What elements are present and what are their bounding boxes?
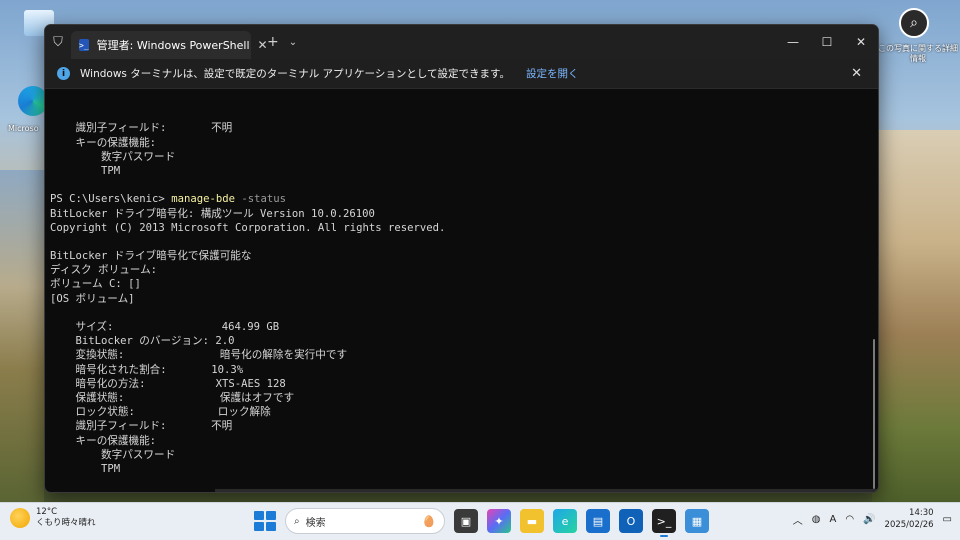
console-line: 暗号化された割合: 10.3%	[50, 363, 244, 376]
tab-dropdown-button[interactable]: ⌄	[289, 37, 297, 48]
parameter-text: -status	[234, 193, 286, 206]
console-line: 暗号化の方法: XTS-AES 128	[50, 377, 286, 390]
close-button[interactable]: ✕	[844, 25, 878, 59]
window-bottom-edge	[215, 489, 878, 492]
clock-date: 2025/02/26	[884, 520, 934, 530]
console-line: BitLocker のバージョン: 2.0	[50, 335, 235, 348]
console-line: Copyright (C) 2013 Microsoft Corporation…	[50, 221, 446, 234]
console-line: ディスク ボリューム:	[50, 264, 158, 277]
new-tab-button[interactable]: +	[267, 34, 279, 50]
taskbar-search[interactable]: ⌕ 検索 🥚	[285, 508, 445, 534]
info-bar: i Windows ターミナルは、設定で既定のターミナル アプリケーションとして…	[45, 59, 878, 89]
notification-icon[interactable]: ▭	[943, 514, 952, 525]
open-settings-link[interactable]: 設定を開く	[526, 66, 579, 81]
ime-indicator[interactable]: A	[830, 514, 837, 525]
clock-time: 14:30	[909, 508, 934, 518]
command-text: manage-bde	[171, 193, 235, 206]
weather-temp: 12°C	[36, 507, 58, 517]
tab-powershell[interactable]: >_ 管理者: Windows PowerShell ✕	[71, 31, 268, 59]
taskbar-apps: ⌕ 検索 🥚 ▣ ✦ ▬ e ▤ O >_ ▦	[252, 508, 709, 537]
console-line: BitLocker ドライブ暗号化: 構成ツール Version 10.0.26…	[50, 207, 375, 220]
chevron-up-icon[interactable]: ︿	[793, 512, 803, 527]
outlook-icon[interactable]: O	[619, 509, 643, 533]
start-button[interactable]	[252, 509, 276, 533]
console-line: ボリューム C: []	[50, 278, 141, 291]
console-line: TPM	[50, 164, 121, 177]
console-line: [OS ボリューム]	[50, 292, 135, 305]
console-line: TPM	[50, 462, 121, 475]
vertical-scrollbar[interactable]	[873, 339, 875, 489]
system-tray: ︿ ◍ A ◠ 🔊 14:30 2025/02/26 ▭	[793, 507, 952, 531]
console-line: BitLocker ドライブ暗号化で保護可能な	[50, 250, 252, 263]
info-close-button[interactable]: ✕	[851, 66, 866, 81]
info-message: Windows ターミナルは、設定で既定のターミナル アプリケーションとして設定…	[80, 68, 510, 80]
info-icon: i	[57, 67, 70, 80]
tab-title: 管理者: Windows PowerShell	[96, 39, 250, 52]
search-placeholder: 検索	[305, 517, 326, 529]
admin-shield-icon: ⛉	[53, 34, 63, 50]
spotlight-label[interactable]: この写真に関する詳細情報	[876, 44, 960, 64]
wallpaper-left	[0, 170, 44, 502]
volume-icon[interactable]: 🔊	[863, 514, 875, 525]
console-line: キーの保護機能:	[50, 434, 157, 447]
wifi-icon[interactable]: ◠	[845, 514, 854, 525]
console-line: 数字パスワード	[50, 150, 176, 163]
powershell-icon: >_	[79, 39, 89, 51]
weather-widget[interactable]: 12°C くもり時々晴れ	[10, 507, 96, 529]
console-line: サイズ: 464.99 GB	[50, 321, 280, 334]
search-icon: ⌕	[294, 515, 300, 527]
store-icon[interactable]: ▤	[586, 509, 610, 533]
console-line: 数字パスワード	[50, 448, 176, 461]
terminal-window: ⛉ >_ 管理者: Windows PowerShell ✕ + ⌄ — ☐ ✕…	[44, 24, 879, 493]
title-bar[interactable]: ⛉ >_ 管理者: Windows PowerShell ✕ + ⌄ — ☐ ✕	[45, 25, 878, 59]
window-controls: — ☐ ✕	[776, 25, 878, 59]
weather-desc: くもり時々晴れ	[36, 518, 96, 528]
minimize-button[interactable]: —	[776, 25, 810, 59]
wallpaper-right	[872, 130, 960, 502]
security-icon[interactable]: ◍	[812, 514, 821, 525]
file-explorer-icon[interactable]: ▬	[520, 509, 544, 533]
console-line: PS C:\Users\kenic> manage-bde -status	[50, 192, 873, 206]
edge-icon[interactable]: e	[553, 509, 577, 533]
console-line: キーの保護機能:	[50, 136, 157, 149]
search-highlight-icon: 🥚	[422, 514, 436, 528]
weather-sun-icon	[10, 508, 30, 528]
prompt-text: PS C:\Users\kenic>	[50, 491, 171, 492]
clock[interactable]: 14:30 2025/02/26	[885, 507, 934, 531]
edge-desktop-label: Microso	[8, 124, 39, 133]
maximize-button[interactable]: ☐	[810, 25, 844, 59]
prompt-text: PS C:\Users\kenic>	[50, 193, 172, 206]
console-line: 識別子フィールド: 不明	[50, 420, 233, 433]
spotlight-icon[interactable]: ⌕	[899, 8, 929, 38]
console-line: 変換状態: 暗号化の解除を実行中です	[50, 349, 348, 362]
console-line: ロック状態: ロック解除	[50, 406, 271, 419]
console-output[interactable]: 識別子フィールド: 不明 キーの保護機能: 数字パスワード TPM PS C:\U…	[45, 89, 878, 492]
task-view-icon[interactable]: ▣	[454, 509, 478, 533]
console-line: 保護状態: 保護はオフです	[50, 391, 295, 404]
terminal-taskbar-icon[interactable]: >_	[652, 509, 676, 537]
taskbar: 12°C くもり時々晴れ ⌕ 検索 🥚 ▣ ✦ ▬ e ▤ O >_ ▦ ︿ ◍…	[0, 502, 960, 540]
console-line: 識別子フィールド: 不明	[50, 122, 233, 135]
remote-desktop-icon[interactable]: ▦	[685, 509, 709, 533]
copilot-icon[interactable]: ✦	[487, 509, 511, 533]
